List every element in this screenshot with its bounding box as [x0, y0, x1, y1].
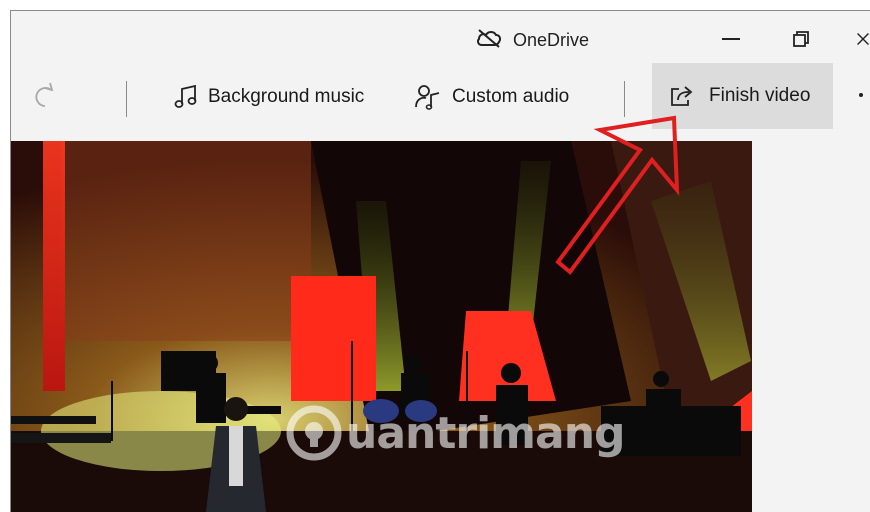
- annotation-arrow: [555, 115, 680, 275]
